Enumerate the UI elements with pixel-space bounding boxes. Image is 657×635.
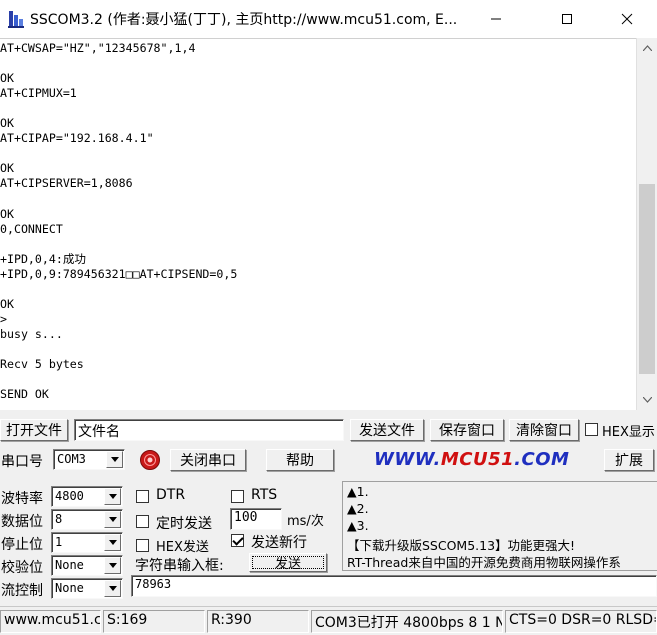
website-link[interactable]: WWW.MCU51.COM: [374, 449, 569, 470]
output-scrollbar[interactable]: [636, 38, 657, 410]
chevron-down-icon[interactable]: [104, 488, 121, 505]
rts-label: RTS: [251, 487, 278, 503]
send-text-input[interactable]: 78963: [131, 575, 657, 597]
help-button[interactable]: 帮助: [266, 449, 334, 471]
hex-send-checkbox[interactable]: [136, 539, 149, 552]
hex-display-label: HEX显示: [602, 425, 655, 440]
status-signals: CTS=0 DSR=0 RLSD=0: [505, 610, 657, 633]
app-icon: [8, 11, 24, 28]
port-value: COM3: [57, 452, 86, 466]
close-button[interactable]: [604, 0, 650, 38]
chevron-down-icon[interactable]: [106, 451, 123, 468]
chevron-down-icon[interactable]: [104, 534, 121, 551]
parity-value: None: [55, 558, 84, 572]
hint-line-3[interactable]: ▲3.: [347, 518, 369, 533]
status-bar: www.mcu51.com S:169 R:390 COM3已打开 4800bp…: [0, 606, 657, 635]
dtr-checkbox[interactable]: [136, 490, 149, 503]
maximize-icon: [562, 14, 572, 24]
baud-rate-value: 4800: [55, 489, 84, 503]
data-bits-select[interactable]: 8: [51, 509, 123, 530]
data-bits-label: 数据位: [1, 514, 43, 530]
chevron-down-icon[interactable]: [104, 557, 121, 574]
minimize-button[interactable]: [473, 0, 519, 38]
baud-rate-label: 波特率: [1, 491, 43, 507]
title-bar[interactable]: SSCOM3.2 (作者:聂小猛(丁丁), 主页http://www.mcu51…: [0, 0, 657, 38]
receive-output-area[interactable]: AT+CWSAP="HZ","12345678",1,4 OK AT+CIPMU…: [0, 38, 636, 410]
parity-label: 校验位: [1, 560, 43, 576]
website-text: WWW.MCU51.COM: [374, 449, 570, 470]
flow-control-value: None: [55, 581, 84, 595]
send-file-button[interactable]: 发送文件: [350, 419, 424, 441]
hint-line-2[interactable]: ▲2.: [347, 501, 369, 516]
interval-unit-label: ms/次: [287, 514, 324, 529]
port-status-indicator-icon: [140, 450, 160, 470]
input-box-label: 字符串输入框:: [135, 558, 224, 574]
dtr-label: DTR: [156, 487, 186, 503]
timed-send-checkbox[interactable]: [136, 515, 149, 528]
status-site-link[interactable]: www.mcu51.com: [0, 610, 101, 633]
open-file-button[interactable]: 打开文件: [0, 419, 68, 441]
save-window-button[interactable]: 保存窗口: [430, 419, 504, 441]
flow-control-label: 流控制: [1, 583, 43, 599]
baud-rate-select[interactable]: 4800: [51, 486, 123, 507]
send-newline-checkbox[interactable]: [231, 534, 244, 547]
promo-hint-box: ▲1. ▲2. ▲3. 【下载升级版SSCOM5.13】功能更强大! RT-Th…: [342, 481, 657, 571]
status-site-text: www.mcu51.com: [4, 612, 101, 628]
stop-bits-label: 停止位: [1, 537, 43, 553]
stop-bits-select[interactable]: 1: [51, 532, 123, 553]
minimize-icon: [491, 18, 501, 20]
rt-thread-hint[interactable]: RT-Thread来自中国的开源免费商用物联网操作系: [347, 552, 621, 571]
status-sent-count: S:169: [103, 610, 205, 633]
window-title: SSCOM3.2 (作者:聂小猛(丁丁), 主页http://www.mcu51…: [30, 12, 458, 28]
scroll-down-arrow-icon[interactable]: [637, 390, 657, 410]
close-port-button[interactable]: 关闭串口: [170, 449, 246, 471]
send-interval-input[interactable]: 100: [230, 508, 282, 530]
clear-window-button[interactable]: 清除窗口: [509, 419, 579, 441]
status-port-info: COM3已打开 4800bps 8 1 None None: [311, 610, 503, 633]
parity-select[interactable]: None: [51, 555, 123, 576]
status-received-count: R:390: [207, 610, 309, 633]
timed-send-label: 定时发送: [156, 516, 212, 532]
hint-line-1[interactable]: ▲1.: [347, 484, 369, 499]
hex-send-label: HEX发送: [156, 540, 209, 555]
send-newline-label: 发送新行: [251, 535, 307, 551]
filename-field[interactable]: 文件名: [74, 419, 344, 441]
stop-bits-value: 1: [55, 535, 63, 549]
send-button[interactable]: 发送: [249, 553, 327, 572]
hex-display-checkbox[interactable]: [585, 423, 598, 436]
scrollbar-thumb[interactable]: [639, 184, 655, 374]
chevron-down-icon[interactable]: [104, 580, 121, 597]
expand-button[interactable]: 扩展: [604, 449, 654, 471]
maximize-button[interactable]: [544, 0, 590, 38]
receive-output-text: AT+CWSAP="HZ","12345678",1,4 OK AT+CIPMU…: [0, 41, 238, 402]
scroll-up-arrow-icon[interactable]: [637, 38, 657, 58]
port-label: 串口号: [1, 454, 43, 470]
chevron-down-icon[interactable]: [104, 511, 121, 528]
data-bits-value: 8: [55, 512, 63, 526]
close-icon: [621, 13, 633, 25]
rts-checkbox[interactable]: [231, 490, 244, 503]
port-select[interactable]: COM3: [53, 449, 125, 470]
flow-control-select[interactable]: None: [51, 578, 123, 599]
